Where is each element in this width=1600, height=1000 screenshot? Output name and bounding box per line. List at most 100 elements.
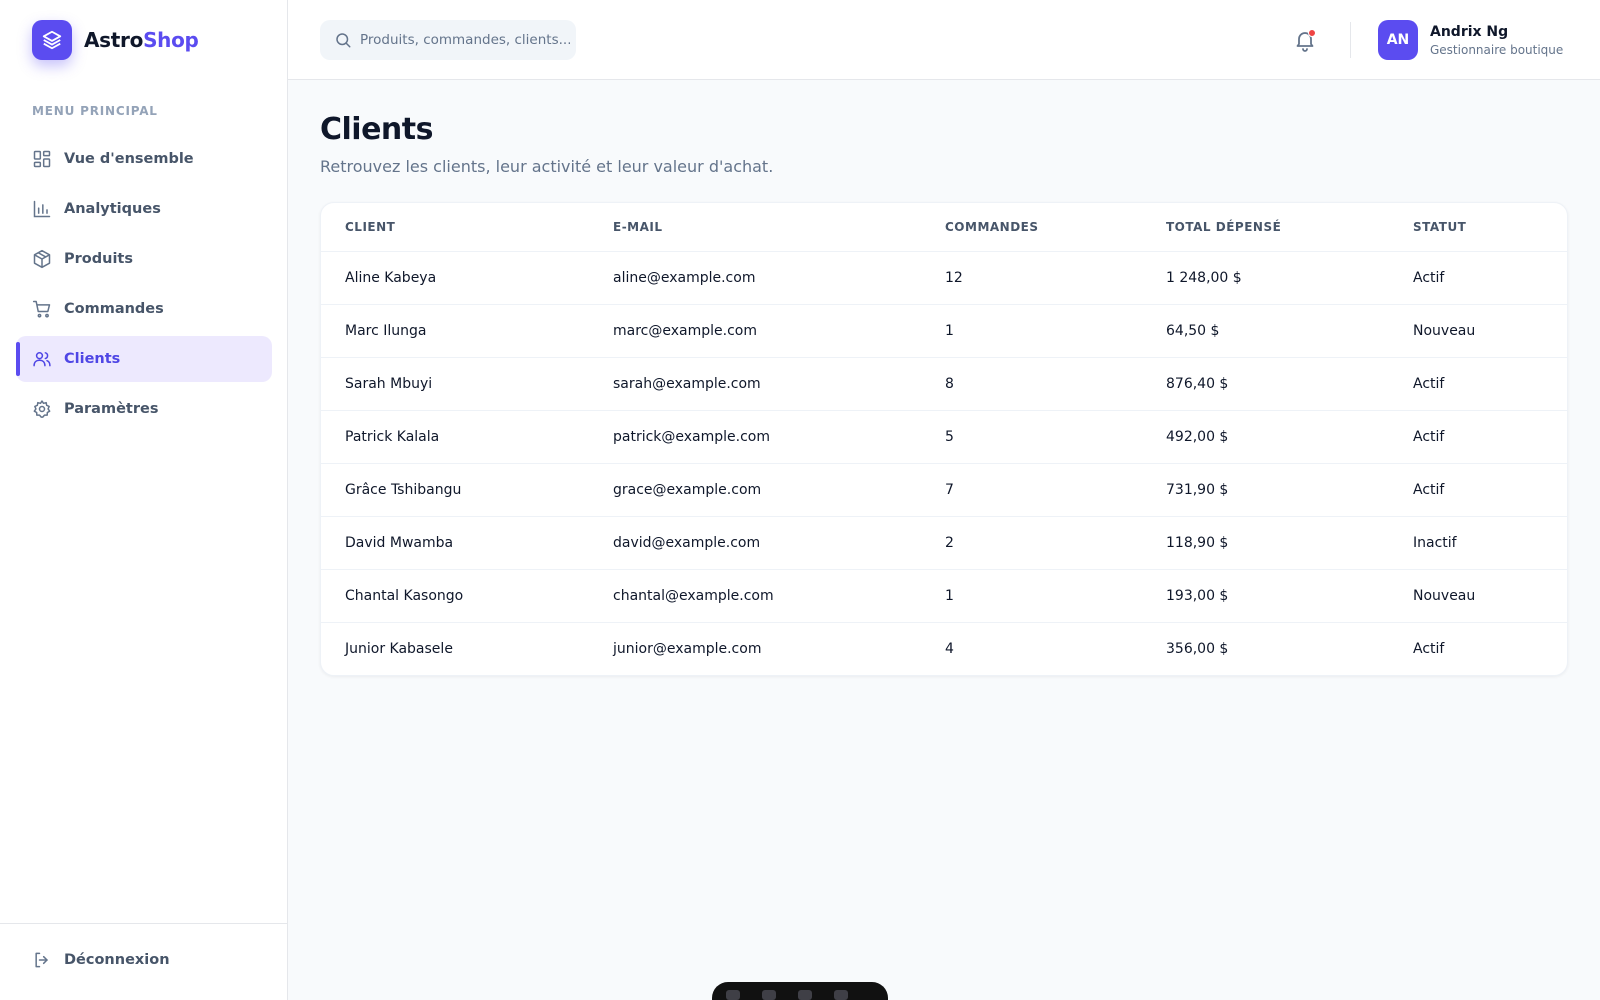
cell-status: Actif (1389, 463, 1567, 517)
cell-client: Sarah Mbuyi (321, 357, 589, 411)
column-header-status[interactable]: STATUT (1389, 203, 1567, 252)
cell-email: sarah@example.com (589, 357, 921, 411)
topbar-divider (1350, 22, 1351, 58)
table-row[interactable]: Patrick Kalala patrick@example.com 5 492… (321, 410, 1567, 464)
cell-orders: 2 (921, 516, 1142, 570)
cell-orders: 12 (921, 251, 1142, 305)
brand[interactable]: AstroShop (32, 20, 199, 60)
notifications-button[interactable] (1293, 28, 1317, 52)
sidebar-item-label: Commandes (64, 301, 164, 317)
cell-client: Patrick Kalala (321, 410, 589, 464)
table-row[interactable]: Marc Ilunga marc@example.com 1 64,50 $ N… (321, 304, 1567, 358)
cell-status: Actif (1413, 640, 1445, 657)
bar-chart-icon (33, 200, 51, 218)
sidebar-item-overview[interactable]: Vue d'ensemble (16, 136, 272, 182)
brand-name-part1: Astro (84, 28, 144, 52)
cell-client: Grâce Tshibangu (321, 463, 589, 517)
column-header-orders[interactable]: COMMANDES (921, 203, 1142, 252)
cell-email: chantal@example.com (589, 569, 921, 623)
column-header-email[interactable]: E-MAIL (589, 203, 921, 252)
sidebar-item-products[interactable]: Produits (16, 236, 272, 282)
sidebar-footer: Déconnexion (0, 923, 288, 1000)
dev-toolbar-icon[interactable] (834, 990, 848, 1000)
logout-button[interactable]: Déconnexion (32, 950, 170, 970)
gear-icon (33, 400, 51, 418)
dev-toolbar-icon[interactable] (798, 990, 812, 1000)
cell-client: Aline Kabeya (321, 251, 589, 305)
user-name: Andrix Ng (1430, 23, 1509, 40)
brand-name-part2: Shop (143, 28, 199, 52)
search-box[interactable] (320, 20, 576, 60)
sidebar-item-settings[interactable]: Paramètres (16, 386, 272, 432)
cell-orders: 1 (921, 304, 1142, 358)
cell-client: Junior Kabasele (345, 640, 453, 657)
user-info: Andrix Ng Gestionnaire boutique (1430, 24, 1563, 57)
logout-icon (35, 952, 48, 968)
box-icon (33, 249, 51, 269)
layers-icon (32, 20, 72, 60)
sidebar-item-label: Produits (64, 251, 133, 267)
cell-total: 118,90 $ (1142, 516, 1389, 570)
page-subtitle: Retrouvez les clients, leur activité et … (320, 157, 774, 176)
sidebar-item-analytics[interactable]: Analytiques (16, 186, 272, 232)
dev-toolbar[interactable] (712, 982, 888, 1000)
cell-email: patrick@example.com (589, 410, 921, 464)
user-menu[interactable]: AN Andrix Ng Gestionnaire boutique (1378, 20, 1563, 60)
cell-email: aline@example.com (589, 251, 921, 305)
notification-dot (1308, 29, 1316, 37)
cell-email: marc@example.com (589, 304, 921, 358)
dev-toolbar-icon[interactable] (762, 990, 776, 1000)
cell-total: 731,90 $ (1142, 463, 1389, 517)
users-icon (33, 352, 51, 367)
cell-orders: 4 (945, 640, 954, 657)
search-input[interactable] (360, 32, 570, 48)
cell-status: Actif (1389, 357, 1567, 411)
cell-orders: 5 (921, 410, 1142, 464)
cell-total: 64,50 $ (1142, 304, 1389, 358)
avatar: AN (1378, 20, 1418, 60)
cell-client: Chantal Kasongo (321, 569, 589, 623)
logout-label: Déconnexion (64, 952, 170, 968)
page-title: Clients (320, 112, 433, 147)
table-row[interactable]: Aline Kabeya aline@example.com 12 1 248,… (321, 251, 1567, 305)
cell-total: 492,00 $ (1142, 410, 1389, 464)
menu-title: MENU PRINCIPAL (32, 104, 158, 118)
cell-status: Nouveau (1389, 304, 1567, 358)
cell-total: 193,00 $ (1142, 569, 1389, 623)
sidebar: AstroShop MENU PRINCIPAL Vue d'ensemble … (0, 0, 288, 1000)
cell-email: david@example.com (589, 516, 921, 570)
sidebar-item-clients[interactable]: Clients (16, 336, 272, 382)
topbar: AN Andrix Ng Gestionnaire boutique (288, 0, 1600, 80)
table-row[interactable]: Sarah Mbuyi sarah@example.com 8 876,40 $… (321, 357, 1567, 411)
cell-orders: 1 (921, 569, 1142, 623)
cell-total: 876,40 $ (1142, 357, 1389, 411)
dev-toolbar-icon[interactable] (726, 990, 740, 1000)
clients-table: CLIENT E-MAIL COMMANDES TOTAL DÉPENSÉ ST… (321, 203, 1567, 675)
sidebar-nav: Vue d'ensemble Analytiques Produits Comm… (16, 136, 272, 436)
cell-status: Nouveau (1389, 569, 1567, 623)
sidebar-item-label: Analytiques (64, 201, 161, 217)
table-header-row: CLIENT E-MAIL COMMANDES TOTAL DÉPENSÉ ST… (321, 203, 1567, 252)
user-role: Gestionnaire boutique (1430, 42, 1564, 57)
table-row[interactable]: Junior Kabasele junior@example.com 4 356… (321, 622, 1567, 675)
column-header-client[interactable]: CLIENT (321, 203, 589, 252)
cell-status: Actif (1389, 251, 1567, 305)
grid-icon (33, 150, 51, 168)
table-row[interactable]: David Mwamba david@example.com 2 118,90 … (321, 516, 1567, 570)
cell-status: Inactif (1389, 516, 1567, 570)
cell-status: Actif (1389, 410, 1567, 464)
clients-table-card: CLIENT E-MAIL COMMANDES TOTAL DÉPENSÉ ST… (320, 202, 1568, 676)
sidebar-item-label: Clients (64, 351, 121, 367)
cell-orders: 8 (921, 357, 1142, 411)
cell-client: David Mwamba (321, 516, 589, 570)
cell-client: Marc Ilunga (321, 304, 589, 358)
cell-email: grace@example.com (589, 463, 921, 517)
cell-total: 356,00 $ (1166, 640, 1229, 657)
cell-email: junior@example.com (613, 640, 762, 657)
column-header-total-spent[interactable]: TOTAL DÉPENSÉ (1142, 203, 1389, 252)
cell-orders: 7 (921, 463, 1142, 517)
table-row[interactable]: Chantal Kasongo chantal@example.com 1 19… (321, 569, 1567, 623)
cart-icon (32, 300, 51, 318)
table-row[interactable]: Grâce Tshibangu grace@example.com 7 731,… (321, 463, 1567, 517)
sidebar-item-orders[interactable]: Commandes (16, 286, 272, 332)
